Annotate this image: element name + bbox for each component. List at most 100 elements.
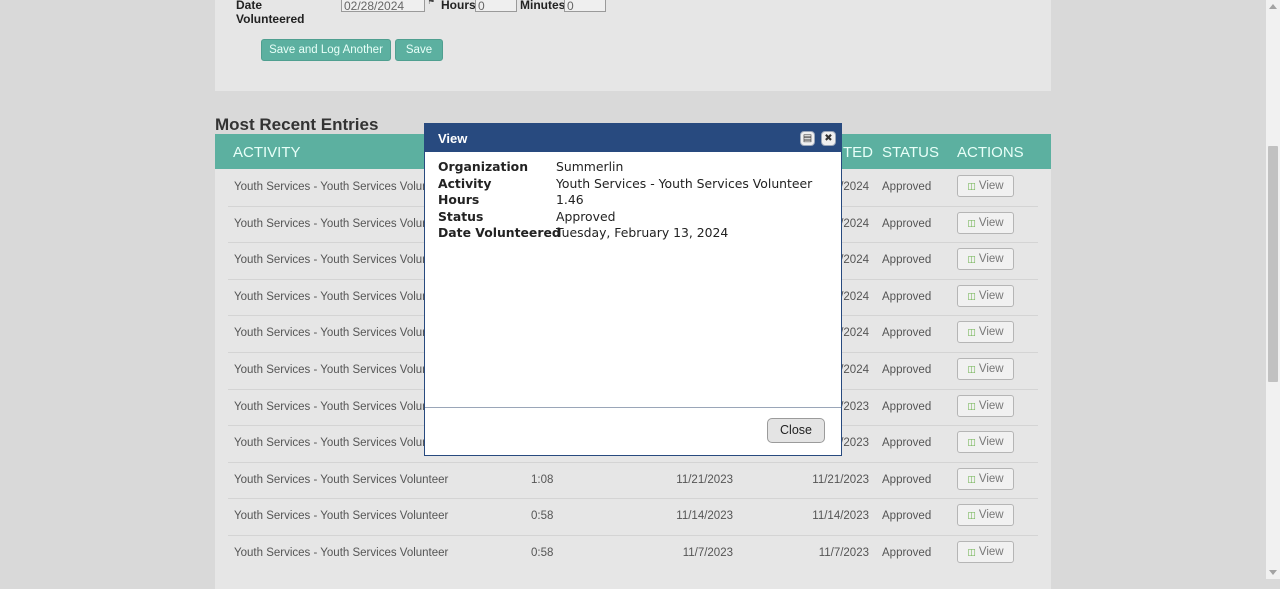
view-icon: ◫ [967,547,976,557]
most-recent-entries-title: Most Recent Entries [215,115,379,134]
view-button[interactable]: ◫ View [957,394,1014,417]
view-button-label: View [978,509,1004,522]
status-cell: Approved [882,510,932,523]
view-icon: ◫ [967,327,976,338]
log-hours-form: Date Volunteered 02/28/2024 ⚑ Hours 0 Mi… [215,0,1051,91]
view-button-label: View [978,472,1004,485]
view-icon: ◫ [967,437,976,448]
page-scrollbar[interactable] [1266,0,1280,579]
activity-column-header: ACTIVITY [233,144,301,161]
activity-cell: Youth Services - Youth Services Voluntee… [234,547,449,559]
status-cell: Approved [882,254,932,267]
print-icon[interactable]: ▤ [800,131,815,146]
hours-label: Hours [441,0,476,12]
date-volunteered-label: Date Volunteered [236,0,305,26]
view-icon: ◫ [967,400,976,411]
status-cell: Approved [882,400,932,413]
field-label: Activity [438,175,492,191]
activity-cell: Youth Services - Youth Services Voluntee… [234,510,449,523]
view-icon: ◫ [967,473,976,484]
view-icon: ◫ [967,510,976,521]
hours-cell: 0:58 [531,510,554,523]
organization-field: Organization Summerlin [438,159,833,176]
date-cell: 11/14/2023 [676,510,733,523]
view-button[interactable]: ◫ View [957,431,1014,454]
minutes-label: Minutes [520,0,566,12]
dialog-footer: Close [425,407,841,456]
view-button[interactable]: ◫ View [957,175,1014,197]
view-icon: ◫ [967,181,976,191]
view-button[interactable]: ◫ View [957,321,1014,344]
date-volunteered-input[interactable]: 02/28/2024 [341,0,425,13]
date-cell: 11/21/2023 [676,473,733,486]
view-button[interactable]: ◫ View [957,467,1014,490]
dialog-body: Organization Summerlin Activity Youth Se… [438,159,833,242]
view-icon: ◫ [967,290,976,301]
updated-column-header: TED [843,144,873,161]
view-icon: ◫ [967,254,976,265]
activity-cell: Youth Services - Youth Services Volunte [234,254,439,267]
status-cell: Approved [882,327,932,340]
status-field: Status Approved [438,209,833,226]
activity-cell: Youth Services - Youth Services Volunte [234,327,439,340]
view-button-label: View [978,399,1004,412]
table-row: Youth Services - Youth Services Voluntee… [228,462,1038,500]
field-label: Hours [438,192,480,207]
activity-cell: Youth Services - Youth Services Voluntee… [234,473,449,486]
field-value: Approved [556,208,616,224]
hours-cell: 1:08 [531,473,554,486]
field-label: Organization [438,159,529,174]
activity-cell: Youth Services - Youth Services Volunte [234,364,439,376]
close-icon[interactable]: ✖ [821,131,836,146]
view-button-label: View [978,289,1004,302]
updated-cell: 11/14/2023 [812,510,869,523]
activity-cell: Youth Services - Youth Services Volunte [234,181,439,193]
status-cell: Approved [882,364,932,376]
view-button[interactable]: ◫ View [957,248,1014,271]
calendar-icon[interactable]: ⚑ [427,0,435,6]
dialog-header: View ▤ ✖ [425,124,841,152]
field-value: Youth Services - Youth Services Voluntee… [556,175,813,191]
view-button-label: View [978,253,1004,266]
updated-cell: 11/7/2023 [818,547,869,559]
view-button[interactable]: ◫ View [957,284,1014,307]
field-value: Summerlin [556,159,624,174]
actions-column-header: ACTIONS [957,144,1024,161]
scroll-up-arrow-icon[interactable] [1269,4,1277,9]
scroll-thumb[interactable] [1268,146,1278,382]
view-button-label: View [978,326,1004,339]
view-button-label: View [978,436,1004,449]
status-cell: Approved [882,181,932,193]
view-button-label: View [978,363,1004,375]
hours-field: Hours 1.46 [438,192,833,209]
view-button[interactable]: ◫ View [957,358,1014,380]
minutes-input[interactable]: 0 [564,0,606,13]
activity-cell: Youth Services - Youth Services Volunte [234,290,439,303]
activity-cell: Youth Services - Youth Services Volunte [234,437,439,450]
close-button[interactable]: Close [767,418,825,443]
status-cell: Approved [882,547,932,559]
save-button[interactable]: Save [395,39,443,61]
table-row: Youth Services - Youth Services Voluntee… [228,535,1038,572]
view-button[interactable]: ◫ View [957,211,1014,234]
field-label: Date Volunteered [438,225,561,240]
view-button-label: View [978,546,1004,558]
view-button-label: View [978,216,1004,229]
save-and-log-another-button[interactable]: Save and Log Another [261,39,391,61]
activity-cell: Youth Services - Youth Services Volunte [234,217,439,230]
status-column-header: STATUS [882,144,939,161]
date-cell: 11/7/2023 [682,547,733,559]
status-cell: Approved [882,437,932,450]
status-cell: Approved [882,473,932,486]
hours-cell: 0:58 [531,547,554,559]
field-value: Tuesday, February 13, 2024 [556,225,729,240]
scroll-down-arrow-icon[interactable] [1269,570,1277,575]
date-volunteered-field: Date Volunteered Tuesday, February 13, 2… [438,225,833,242]
view-icon: ◫ [967,217,976,228]
hours-input[interactable]: 0 [475,0,517,13]
view-button[interactable]: ◫ View [957,541,1014,563]
status-cell: Approved [882,290,932,303]
view-button[interactable]: ◫ View [957,504,1014,527]
view-icon: ◫ [967,364,976,374]
activity-cell: Youth Services - Youth Services Volunte [234,400,439,413]
